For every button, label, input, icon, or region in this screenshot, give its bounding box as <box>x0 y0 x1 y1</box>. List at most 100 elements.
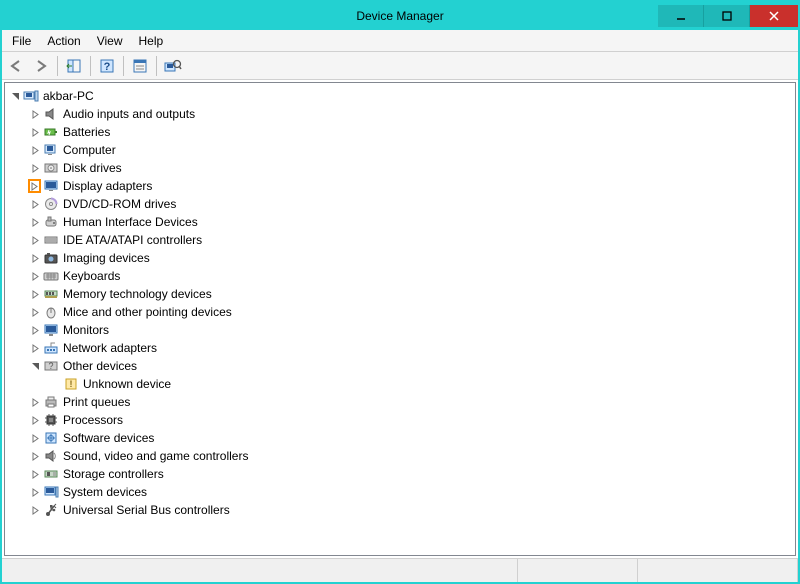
tree-item-label: akbar-PC <box>43 89 94 103</box>
tree-item-label: Other devices <box>63 359 137 373</box>
tree-item[interactable]: Storage controllers <box>5 465 795 483</box>
toolbar: ? <box>2 52 798 80</box>
expand-icon[interactable] <box>29 198 41 210</box>
computer-root-icon <box>23 88 39 104</box>
sound-icon <box>43 448 59 464</box>
titlebar[interactable]: Device Manager <box>2 2 798 30</box>
properties-button[interactable] <box>129 55 151 77</box>
scan-hardware-button[interactable] <box>162 55 184 77</box>
status-cell <box>638 559 798 582</box>
monitor-icon <box>43 322 59 338</box>
collapse-icon[interactable] <box>9 90 21 102</box>
tree-item[interactable]: IDE ATA/ATAPI controllers <box>5 231 795 249</box>
expand-icon[interactable] <box>29 486 41 498</box>
tree-item[interactable]: Imaging devices <box>5 249 795 267</box>
menu-help[interactable]: Help <box>131 31 172 51</box>
storage-icon <box>43 466 59 482</box>
expand-icon[interactable] <box>29 162 41 174</box>
expand-icon[interactable] <box>29 216 41 228</box>
back-button[interactable] <box>6 55 28 77</box>
show-hide-tree-button[interactable] <box>63 55 85 77</box>
tree-child-item[interactable]: ! Unknown device <box>5 375 795 393</box>
tree-item-label: Network adapters <box>63 341 157 355</box>
tree-item[interactable]: Network adapters <box>5 339 795 357</box>
tree-item-label: Imaging devices <box>63 251 150 265</box>
network-icon <box>43 340 59 356</box>
status-cell <box>2 559 518 582</box>
tree-item-label: Unknown device <box>83 377 171 391</box>
expand-icon[interactable] <box>29 108 41 120</box>
statusbar <box>2 558 798 582</box>
expand-icon[interactable] <box>29 126 41 138</box>
svg-text:!: ! <box>70 379 73 389</box>
expander-spacer <box>49 378 61 390</box>
expand-icon[interactable] <box>29 432 41 444</box>
tree-item[interactable]: Memory technology devices <box>5 285 795 303</box>
tree-item[interactable]: System devices <box>5 483 795 501</box>
tree-item-label: Storage controllers <box>63 467 164 481</box>
expand-icon[interactable] <box>29 180 41 192</box>
toolbar-separator <box>90 56 91 76</box>
expand-icon[interactable] <box>29 288 41 300</box>
toolbar-separator <box>156 56 157 76</box>
svg-text:?: ? <box>104 61 111 73</box>
expand-icon[interactable] <box>29 396 41 408</box>
tree-item[interactable]: Batteries <box>5 123 795 141</box>
expand-icon[interactable] <box>29 468 41 480</box>
window-frame: Device Manager File Action View Help <box>0 0 800 584</box>
expand-icon[interactable] <box>29 414 41 426</box>
expand-icon[interactable] <box>29 234 41 246</box>
close-button[interactable] <box>750 5 798 27</box>
tree-item-label: Keyboards <box>63 269 120 283</box>
menu-action[interactable]: Action <box>39 31 88 51</box>
expand-icon[interactable] <box>29 504 41 516</box>
forward-button[interactable] <box>30 55 52 77</box>
tree-item-label: DVD/CD-ROM drives <box>63 197 176 211</box>
tree-item-label: Software devices <box>63 431 154 445</box>
audio-icon <box>43 106 59 122</box>
maximize-button[interactable] <box>704 5 750 27</box>
battery-icon <box>43 124 59 140</box>
device-tree[interactable]: akbar-PC Audio inputs and outputs Batterie… <box>4 82 796 556</box>
tree-item[interactable]: Monitors <box>5 321 795 339</box>
expand-icon[interactable] <box>29 270 41 282</box>
tree-item[interactable]: Audio inputs and outputs <box>5 105 795 123</box>
tree-item[interactable]: Mice and other pointing devices <box>5 303 795 321</box>
tree-item[interactable]: Keyboards <box>5 267 795 285</box>
tree-item[interactable]: Computer <box>5 141 795 159</box>
tree-item[interactable]: ? Other devices <box>5 357 795 375</box>
tree-item-label: Display adapters <box>63 179 152 193</box>
tree-item-label: Disk drives <box>63 161 122 175</box>
imaging-icon <box>43 250 59 266</box>
menu-file[interactable]: File <box>4 31 39 51</box>
expand-icon[interactable] <box>29 306 41 318</box>
tree-item[interactable]: Sound, video and game controllers <box>5 447 795 465</box>
tree-item-label: Batteries <box>63 125 110 139</box>
tree-item[interactable]: Human Interface Devices <box>5 213 795 231</box>
expand-icon[interactable] <box>29 144 41 156</box>
minimize-button[interactable] <box>658 5 704 27</box>
unknown-icon: ! <box>63 376 79 392</box>
other-icon: ? <box>43 358 59 374</box>
expand-icon[interactable] <box>29 324 41 336</box>
window-controls <box>658 5 798 27</box>
expand-icon[interactable] <box>29 450 41 462</box>
tree-item[interactable]: DVD/CD-ROM drives <box>5 195 795 213</box>
tree-root[interactable]: akbar-PC <box>5 87 795 105</box>
menu-view[interactable]: View <box>89 31 131 51</box>
tree-item[interactable]: Processors <box>5 411 795 429</box>
expand-icon[interactable] <box>29 252 41 264</box>
tree-item[interactable]: Disk drives <box>5 159 795 177</box>
tree-item[interactable]: Print queues <box>5 393 795 411</box>
tree-item-label: Human Interface Devices <box>63 215 198 229</box>
help-button[interactable]: ? <box>96 55 118 77</box>
disk-icon <box>43 160 59 176</box>
collapse-icon[interactable] <box>29 360 41 372</box>
tree-item[interactable]: Display adapters <box>5 177 795 195</box>
tree-item-label: Audio inputs and outputs <box>63 107 195 121</box>
expand-icon[interactable] <box>29 342 41 354</box>
tree-item[interactable]: Software devices <box>5 429 795 447</box>
tree-item[interactable]: Universal Serial Bus controllers <box>5 501 795 519</box>
tree-item-label: Memory technology devices <box>63 287 212 301</box>
tree-item-label: Processors <box>63 413 123 427</box>
